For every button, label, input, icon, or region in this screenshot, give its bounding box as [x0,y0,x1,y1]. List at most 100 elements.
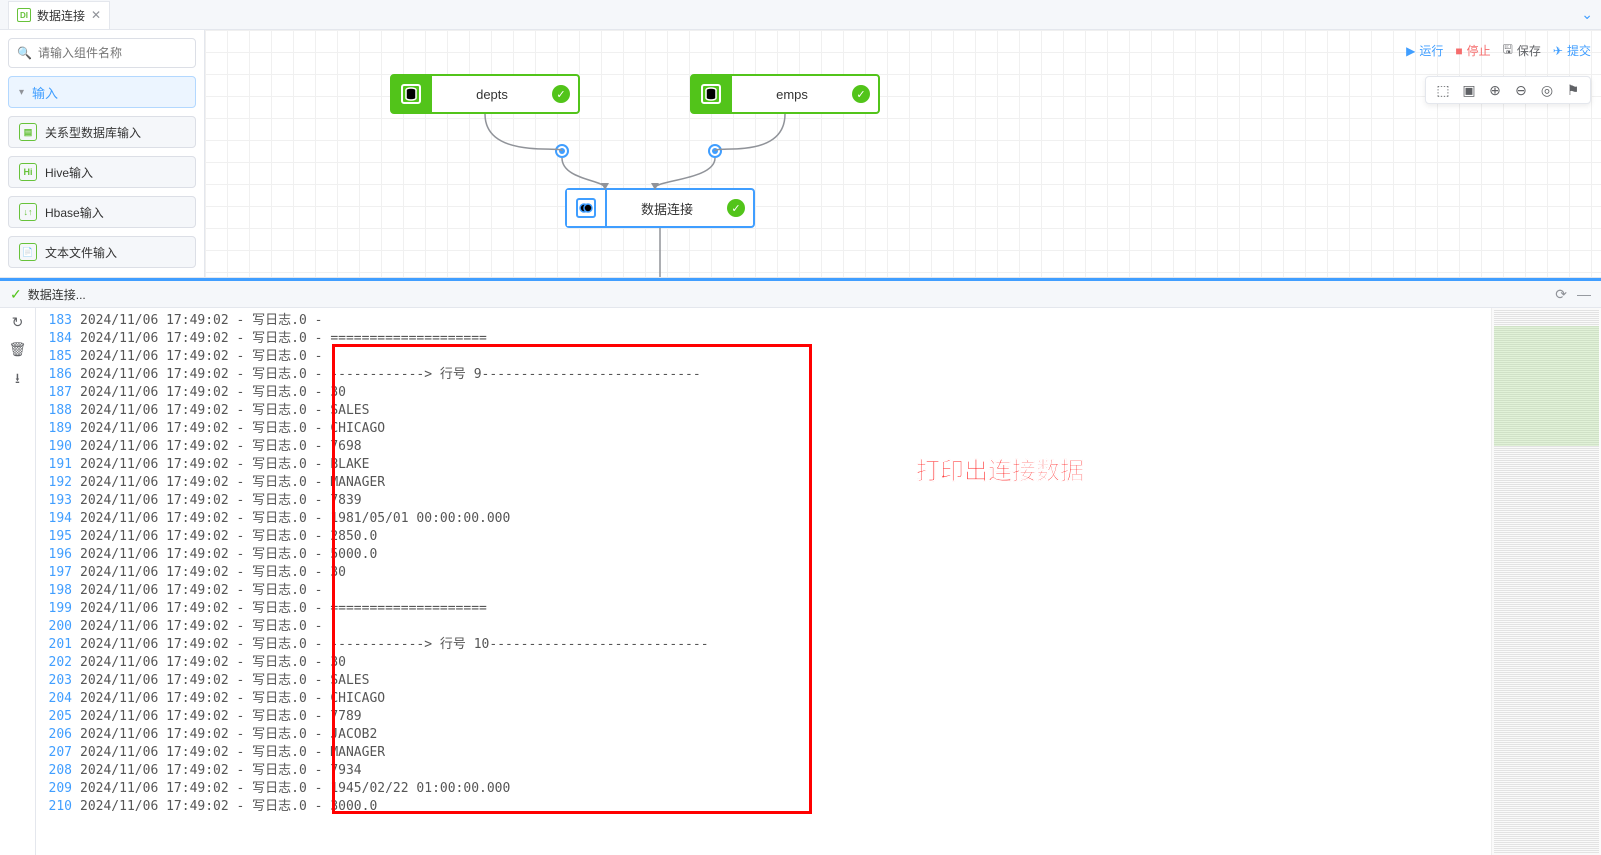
sidebar-item-text-file-input[interactable]: 📄 文本文件输入 [8,236,196,268]
hbase-icon: ↓↑ [19,203,37,221]
zoom-out-icon[interactable]: ⊖ [1512,81,1530,99]
line-number: 209 [36,780,80,798]
download-icon[interactable]: ⭳ [15,368,20,392]
log-line: 1962024/11/06 17:49:02 - 写日志.0 - 5000.0 [36,546,1491,564]
line-text: 2024/11/06 17:49:02 - 写日志.0 - CHICAGO [80,690,385,708]
line-number: 200 [36,618,80,636]
tab-data-connection[interactable]: DI 数据连接 ✕ [8,1,110,29]
hive-icon: Hi [19,163,37,181]
line-number: 196 [36,546,80,564]
text-file-icon: 📄 [19,243,37,261]
log-line: 2002024/11/06 17:49:02 - 写日志.0 - [36,618,1491,636]
line-number: 191 [36,456,80,474]
line-text: 2024/11/06 17:49:02 - 写日志.0 - 30 [80,564,346,582]
category-input[interactable]: ▾ 输入 [8,76,196,108]
fit-icon[interactable]: ▣ [1460,81,1478,99]
bookmark-icon[interactable]: ⚑ [1564,81,1582,99]
line-number: 184 [36,330,80,348]
log-line: 1982024/11/06 17:49:02 - 写日志.0 - [36,582,1491,600]
select-icon[interactable]: ⬚ [1434,81,1452,99]
sidebar-item-label: 关系型数据库输入 [45,124,141,141]
locate-icon[interactable]: ◎ [1538,81,1556,99]
node-join[interactable]: 数据连接 ✓ [565,188,755,228]
caret-down-icon: ▾ [19,87,24,98]
node-emps[interactable]: emps ✓ [690,74,880,114]
run-button[interactable]: ▶ 运行 [1406,42,1443,59]
port-icon[interactable] [708,144,722,158]
port-icon[interactable] [555,144,569,158]
search-input[interactable] [38,46,193,60]
log-line: 1942024/11/06 17:49:02 - 写日志.0 - 1981/05… [36,510,1491,528]
sidebar-item-hive-input[interactable]: Hi Hive输入 [8,156,196,188]
log-line: 1932024/11/06 17:49:02 - 写日志.0 - 7839 [36,492,1491,510]
log-content[interactable]: 1832024/11/06 17:49:02 - 写日志.0 - 1842024… [36,308,1491,855]
line-number: 202 [36,654,80,672]
trash-icon[interactable]: 🗑 [9,341,27,358]
close-icon[interactable]: ✕ [91,8,101,22]
log-line: 1972024/11/06 17:49:02 - 写日志.0 - 30 [36,564,1491,582]
refresh-icon[interactable]: ⟳ [1555,286,1567,303]
line-number: 210 [36,798,80,816]
line-text: 2024/11/06 17:49:02 - 写日志.0 - 2850.0 [80,528,377,546]
log-line: 1852024/11/06 17:49:02 - 写日志.0 - [36,348,1491,366]
sidebar-item-label: 文本文件输入 [45,244,117,261]
line-number: 207 [36,744,80,762]
check-icon: ✓ [552,85,570,103]
expand-down-icon[interactable]: ⌄ [1581,6,1593,23]
log-line: 1882024/11/06 17:49:02 - 写日志.0 - SALES [36,402,1491,420]
line-number: 205 [36,708,80,726]
line-number: 186 [36,366,80,384]
line-text: 2024/11/06 17:49:02 - 写日志.0 - 1981/05/01… [80,510,510,528]
log-line: 1922024/11/06 17:49:02 - 写日志.0 - MANAGER [36,474,1491,492]
line-text: 2024/11/06 17:49:02 - 写日志.0 - 7934 [80,762,362,780]
line-text: 2024/11/06 17:49:02 - 写日志.0 - [80,582,330,600]
canvas[interactable]: ▶ 运行 ■ 停止 🖫 保存 ✈ 提交 ⬚ ▣ ⊕ ⊖ ◎ ⚑ [205,30,1601,277]
tab-title: 数据连接 [37,7,85,24]
node-title: depts [432,87,552,102]
log-line: 1912024/11/06 17:49:02 - 写日志.0 - BLAKE [36,456,1491,474]
join-icon [576,198,596,218]
reload-icon[interactable]: ↻ [12,314,24,331]
save-button[interactable]: 🖫 保存 [1503,40,1541,61]
line-text: 2024/11/06 17:49:02 - 写日志.0 - BLAKE [80,456,369,474]
zoom-in-icon[interactable]: ⊕ [1486,81,1504,99]
stop-button[interactable]: ■ 停止 [1455,42,1490,59]
line-text: 2024/11/06 17:49:02 - 写日志.0 - CHICAGO [80,420,385,438]
line-number: 190 [36,438,80,456]
line-text: 2024/11/06 17:49:02 - 写日志.0 - [80,618,330,636]
line-text: 2024/11/06 17:49:02 - 写日志.0 - 7789 [80,708,362,726]
database-icon [401,84,421,104]
log-line: 2052024/11/06 17:49:02 - 写日志.0 - 7789 [36,708,1491,726]
line-number: 206 [36,726,80,744]
line-number: 201 [36,636,80,654]
log-line: 1892024/11/06 17:49:02 - 写日志.0 - CHICAGO [36,420,1491,438]
node-title: 数据连接 [607,199,727,218]
node-head [392,76,432,112]
log-side-toolbar: ↻ 🗑 ⭳ [0,308,36,855]
line-text: 2024/11/06 17:49:02 - 写日志.0 - 7839 [80,492,362,510]
line-text: 2024/11/06 17:49:02 - 写日志.0 - MANAGER [80,474,385,492]
search-input-wrap[interactable]: 🔍 [8,38,196,68]
log-line: 2072024/11/06 17:49:02 - 写日志.0 - MANAGER [36,744,1491,762]
line-text: 2024/11/06 17:49:02 - 写日志.0 - 3000.0 [80,798,377,816]
line-number: 204 [36,690,80,708]
log-line: 1952024/11/06 17:49:02 - 写日志.0 - 2850.0 [36,528,1491,546]
sidebar-item-relational-db-input[interactable]: ▤ 关系型数据库输入 [8,116,196,148]
sidebar-item-hbase-input[interactable]: ↓↑ Hbase输入 [8,196,196,228]
line-number: 185 [36,348,80,366]
line-text: 2024/11/06 17:49:02 - 写日志.0 - ----------… [80,636,709,654]
log-line: 1862024/11/06 17:49:02 - 写日志.0 - -------… [36,366,1491,384]
minimize-icon[interactable]: — [1577,286,1591,303]
line-number: 193 [36,492,80,510]
node-depts[interactable]: depts ✓ [390,74,580,114]
log-line: 2032024/11/06 17:49:02 - 写日志.0 - SALES [36,672,1491,690]
line-number: 198 [36,582,80,600]
log-line: 1872024/11/06 17:49:02 - 写日志.0 - 30 [36,384,1491,402]
node-head [692,76,732,112]
minimap[interactable] [1491,308,1601,855]
submit-button[interactable]: ✈ 提交 [1553,42,1591,59]
line-text: 2024/11/06 17:49:02 - 写日志.0 - 1945/02/22… [80,780,510,798]
database-icon: ▤ [19,123,37,141]
line-text: 2024/11/06 17:49:02 - 写日志.0 - ==========… [80,600,487,618]
line-text: 2024/11/06 17:49:02 - 写日志.0 - ==========… [80,330,487,348]
